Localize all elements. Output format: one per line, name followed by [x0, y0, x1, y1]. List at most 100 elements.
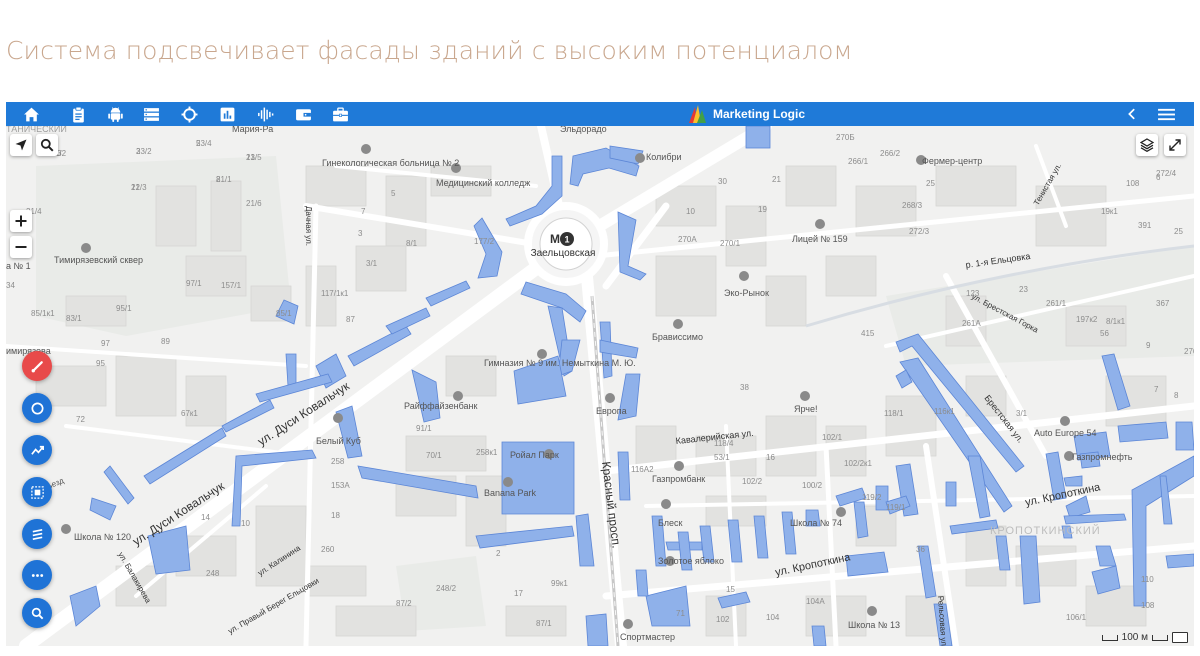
house-number: 89 — [161, 337, 170, 346]
house-number: 18 — [331, 511, 340, 520]
house-number: 3/1 — [1016, 409, 1028, 418]
house-number: 87/2 — [396, 599, 412, 608]
map-search-button[interactable] — [36, 134, 58, 156]
circle-select-button[interactable] — [22, 393, 52, 423]
house-number: 266/1 — [848, 157, 869, 166]
zoom-out-button[interactable] — [10, 236, 32, 258]
house-number: 25 — [1174, 227, 1183, 236]
house-number: 13 — [246, 153, 255, 162]
hamburger-icon — [1157, 108, 1175, 120]
house-number: 268/3 — [902, 201, 923, 210]
layers-icon — [1140, 138, 1154, 152]
house-number: 258 — [331, 457, 345, 466]
house-number: 34 — [6, 281, 15, 290]
house-number: 248 — [206, 569, 220, 578]
select-area-icon — [30, 485, 44, 499]
fullscreen-button[interactable] — [1164, 134, 1186, 156]
server-icon[interactable] — [142, 105, 160, 123]
back-button[interactable] — [1123, 105, 1141, 123]
map-canvas[interactable]: 1 М Заельцовская ул. Дуси Ковальчук ул. … — [6, 126, 1194, 646]
house-number: 118/1 — [884, 409, 904, 418]
crosshair-icon[interactable] — [180, 105, 198, 123]
house-number: 21/6 — [246, 199, 262, 208]
bar-chart-icon[interactable] — [218, 105, 236, 123]
search-icon — [40, 138, 54, 152]
house-number: 116к1 — [934, 407, 955, 416]
house-number: 106/1 — [1066, 613, 1087, 622]
android-icon[interactable] — [106, 105, 124, 123]
house-number: 104 — [766, 613, 780, 622]
page-headline: Система подсвечивает фасады зданий с выс… — [6, 36, 853, 65]
locate-button[interactable] — [10, 134, 32, 156]
house-number: 5 — [196, 139, 201, 148]
poi-royal: Ройал Парк — [510, 450, 559, 460]
poi-fermer: Фермер-центр — [922, 156, 982, 166]
house-number: 85/1 — [276, 309, 292, 318]
poi-maria: Мария-Ра — [232, 126, 273, 134]
house-number: 117/1к1 — [321, 289, 349, 298]
metro-label: Заельцовская — [531, 248, 596, 259]
area-select-button[interactable] — [22, 477, 52, 507]
brand[interactable]: Marketing Logic — [686, 103, 805, 125]
house-number: 16 — [766, 453, 775, 462]
house-number: 17 — [514, 589, 523, 598]
district-label: КРОПОТКИНСКИЙ — [990, 524, 1101, 537]
house-number: 19к1 — [1101, 207, 1118, 216]
house-number: 153A — [331, 481, 350, 490]
briefcase-icon[interactable] — [331, 105, 349, 123]
poi-colibri: Колибри — [646, 152, 682, 162]
house-number: 21 — [772, 175, 781, 184]
layers-list-button[interactable] — [22, 519, 52, 549]
zoom-in-button[interactable] — [10, 210, 32, 232]
house-number: 14 — [201, 513, 210, 522]
house-number: 118/4 — [714, 439, 734, 448]
poi-yarche: Ярче! — [794, 404, 818, 414]
house-number: 102 — [716, 615, 730, 624]
house-number: 415 — [861, 329, 875, 338]
clipboard-icon[interactable] — [69, 105, 87, 123]
scale-label: 100 м — [1121, 632, 1148, 643]
home-icon[interactable] — [22, 105, 40, 123]
house-number: 119/1 — [886, 503, 906, 512]
ruler-icon[interactable] — [1172, 632, 1188, 643]
house-number: 367 — [1156, 299, 1170, 308]
house-number: 177/2 — [474, 237, 495, 246]
trend-button[interactable] — [22, 435, 52, 465]
poi-na1: а № 1 — [6, 261, 31, 271]
audio-wave-icon[interactable] — [256, 105, 274, 123]
house-number: 108 — [1126, 179, 1140, 188]
house-number: 119/2 — [862, 493, 882, 502]
wallet-icon[interactable] — [294, 105, 312, 123]
poi-apple: Золотое яблоко — [658, 556, 724, 566]
trend-icon — [30, 445, 44, 455]
house-number: 85/1к1 — [31, 309, 55, 318]
poi-school120: Школа № 120 — [74, 532, 131, 542]
house-number: 87/1 — [536, 619, 552, 628]
house-number: 70/1 — [426, 451, 442, 460]
minus-icon — [15, 246, 27, 248]
house-number: 8/1к1 — [1106, 317, 1126, 326]
more-button[interactable] — [22, 560, 52, 590]
navigation-arrow-icon — [15, 139, 27, 151]
house-number: 72 — [76, 415, 85, 424]
menu-button[interactable] — [1156, 105, 1176, 123]
layers-button[interactable] — [1136, 134, 1158, 156]
house-number: 25 — [926, 179, 935, 188]
stack-icon — [32, 528, 42, 540]
house-number: 7 — [1154, 385, 1159, 394]
house-number: 15 — [726, 585, 735, 594]
house-number: 95/1 — [116, 304, 132, 313]
house-number: 266/2 — [880, 149, 901, 158]
house-number: 3/1 — [366, 259, 378, 268]
poi-autoeurope: Auto Europe 54 — [1034, 428, 1097, 438]
house-number: 71 — [676, 609, 685, 618]
plus-icon — [15, 215, 27, 227]
chevron-left-icon — [1128, 108, 1135, 120]
poi-eldorado: Эльдорадо — [560, 126, 607, 134]
house-number: 5 — [391, 189, 396, 198]
draw-button[interactable] — [22, 351, 52, 381]
poi-blesk: Блеск — [658, 518, 683, 528]
poi-ekorynok: Эко-Рынок — [724, 288, 769, 298]
search-fab-button[interactable] — [22, 598, 52, 628]
house-number: 110 — [1141, 575, 1154, 584]
